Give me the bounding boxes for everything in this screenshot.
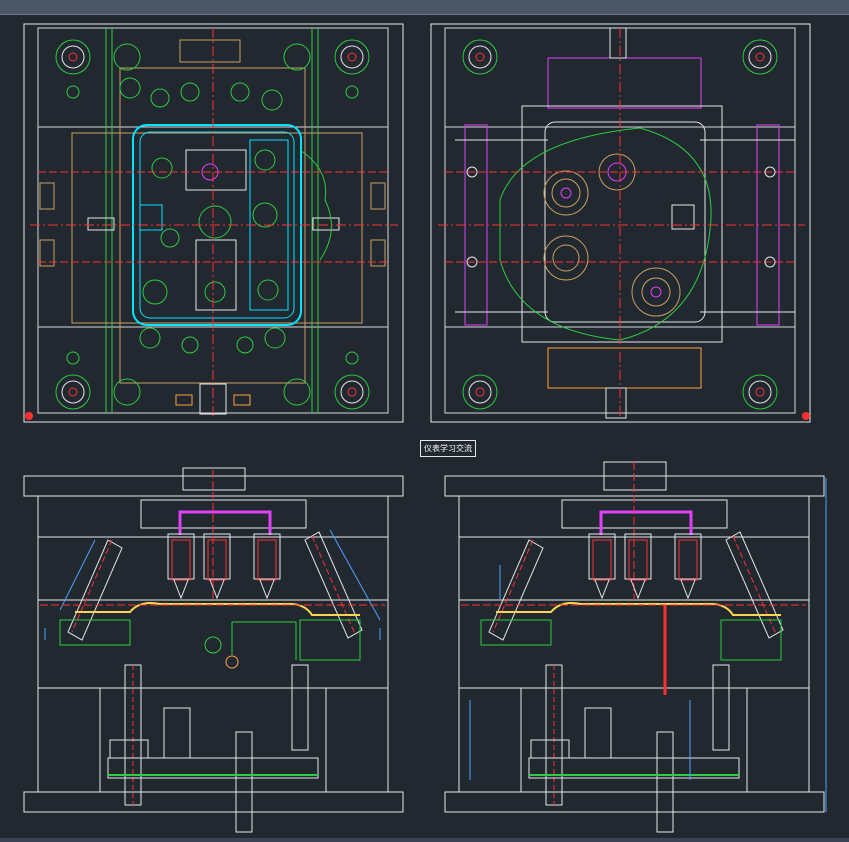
boss-3 (543, 235, 589, 281)
guide-bush-tl (462, 39, 498, 75)
bottom-right-section-view (444, 461, 827, 833)
hot-runner-nozzle-2 (624, 533, 652, 600)
top-right-plan-view (430, 23, 811, 423)
guide-bush-br (742, 374, 778, 410)
guide-bush-tr (742, 39, 778, 75)
hot-runner-nozzle-3 (253, 533, 281, 600)
boss-1 (543, 170, 589, 216)
hot-runner-nozzle-2 (203, 533, 231, 600)
hot-runner-nozzle-1 (588, 533, 616, 600)
bottom-clamp-plate (444, 791, 825, 813)
hot-runner-nozzle-3 (674, 533, 702, 600)
guide-bush-tl (55, 39, 91, 75)
origin-marker-icon (25, 412, 33, 420)
status-bar (0, 838, 849, 842)
hot-runner-nozzle-1 (167, 533, 195, 600)
cad-drawing-canvas[interactable] (0, 0, 849, 842)
origin-marker-icon (802, 412, 810, 420)
guide-bush-br (334, 374, 370, 410)
guide-bush-bl (462, 374, 498, 410)
bottom-clamp-plate (23, 791, 404, 813)
drawing-center-label: 仪表学习交流 (420, 440, 476, 457)
bottom-left-section-view (23, 467, 404, 833)
top-left-plan-view (23, 23, 404, 423)
guide-bush-bl (55, 374, 91, 410)
guide-bush-tr (334, 39, 370, 75)
boss-4 (631, 267, 681, 317)
